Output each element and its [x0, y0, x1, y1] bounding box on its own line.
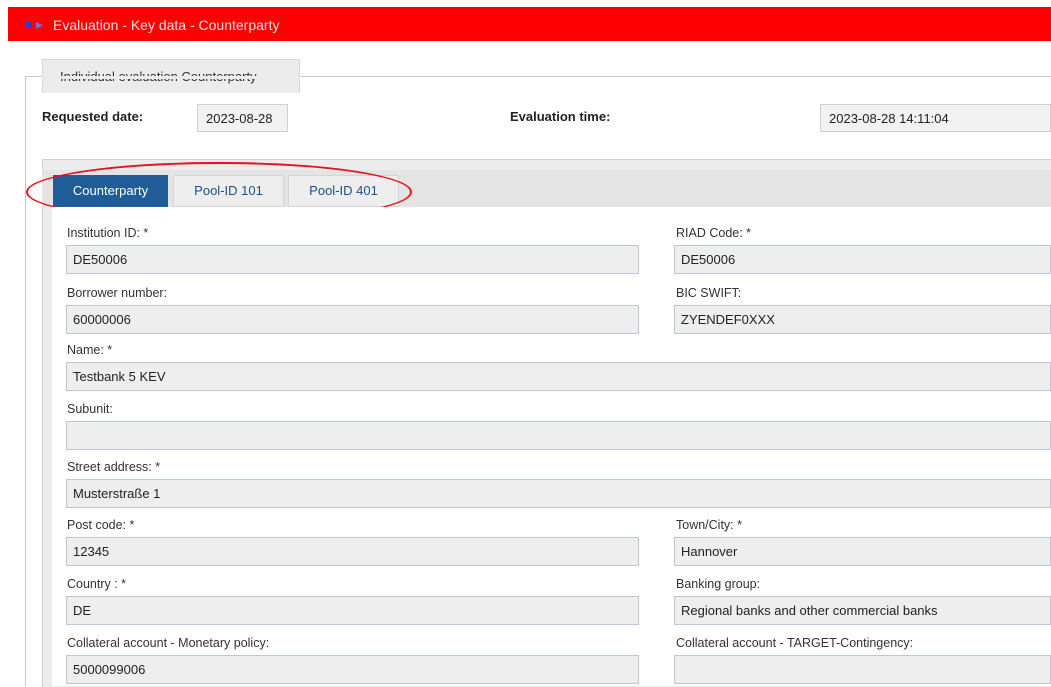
legend-cover — [42, 76, 300, 79]
banking-group-label: Banking group: — [676, 577, 761, 591]
bic-swift-field[interactable]: ZYENDEF0XXX — [674, 305, 1051, 334]
country-field[interactable]: DE — [66, 596, 639, 625]
header-bar: ▸ Evaluation - Key data - Counterparty — [8, 7, 1051, 41]
page-title: Evaluation - Key data - Counterparty — [53, 17, 280, 33]
collateral-target-label: Collateral account - TARGET-Contingency: — [676, 636, 914, 650]
collateral-monetary-label: Collateral account - Monetary policy: — [67, 636, 270, 650]
town-city-field[interactable]: Hannover — [674, 537, 1051, 566]
name-field[interactable]: Testbank 5 KEV — [66, 362, 1051, 391]
tab-counterparty[interactable]: Counterparty — [53, 175, 168, 207]
post-code-label: Post code: * — [67, 518, 135, 532]
institution-id-label: Institution ID: * — [67, 226, 149, 240]
riad-code-label: RIAD Code: * — [676, 226, 752, 240]
collateral-monetary-field[interactable]: 5000099006 — [66, 655, 639, 684]
evaluation-time-label: Evaluation time: — [510, 109, 611, 124]
arrow-right-icon[interactable]: ▸ — [36, 15, 43, 33]
borrower-number-label: Borrower number: — [67, 286, 168, 300]
subunit-label: Subunit: — [67, 402, 113, 416]
fieldset-border-left — [25, 76, 26, 686]
riad-code-field[interactable]: DE50006 — [674, 245, 1051, 274]
bic-swift-label: BIC SWIFT: — [676, 286, 742, 300]
requested-date-field[interactable]: 2023-08-28 — [197, 104, 288, 132]
institution-id-field[interactable]: DE50006 — [66, 245, 639, 274]
evaluation-time-field[interactable]: 2023-08-28 14:11:04 — [820, 104, 1051, 132]
banking-group-field[interactable]: Regional banks and other commercial bank… — [674, 596, 1051, 625]
square-icon[interactable] — [26, 22, 32, 28]
post-code-field[interactable]: 12345 — [66, 537, 639, 566]
tab-pool-id-401[interactable]: Pool-ID 401 — [288, 175, 399, 207]
borrower-number-field[interactable]: 60000006 — [66, 305, 639, 334]
subunit-field[interactable] — [66, 421, 1051, 450]
country-label: Country : * — [67, 577, 127, 591]
collateral-target-field[interactable] — [674, 655, 1051, 684]
tab-pool-id-101[interactable]: Pool-ID 101 — [173, 175, 284, 207]
town-city-label: Town/City: * — [676, 518, 742, 532]
street-address-label: Street address: * — [67, 460, 161, 474]
requested-date-label: Requested date: — [42, 109, 144, 124]
street-address-field[interactable]: Musterstraße 1 — [66, 479, 1051, 508]
name-label: Name: * — [67, 343, 113, 357]
